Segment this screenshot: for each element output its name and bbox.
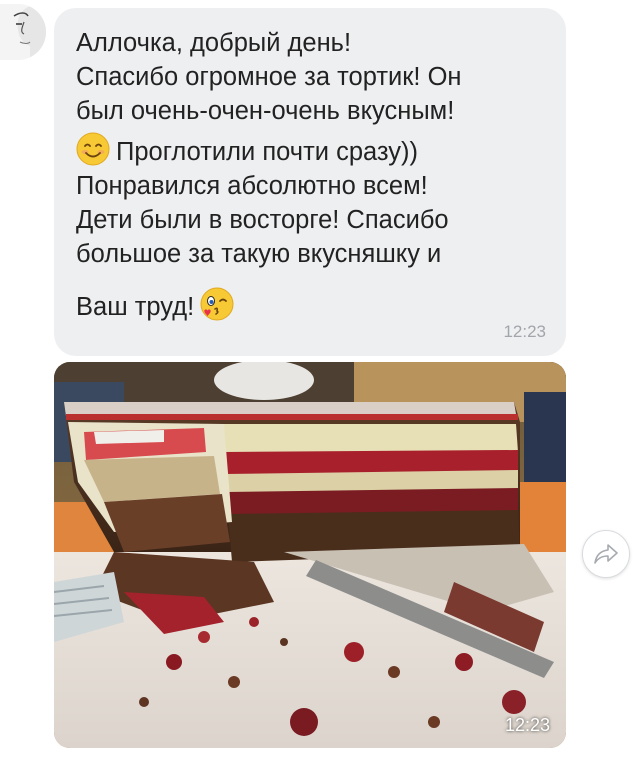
message-line-with-emoji: Проглотили почти сразу)) <box>76 132 556 169</box>
message-line-with-emoji: Ваш труд! <box>76 287 556 324</box>
share-button[interactable] <box>582 530 630 578</box>
message-line: Аллочка, добрый день! <box>76 29 352 57</box>
message-line: Дети были в восторге! Спасибо <box>76 206 449 234</box>
smiling-face-emoji-icon <box>76 132 110 166</box>
photo-attachment[interactable]: 12:23 <box>54 362 566 748</box>
sender-avatar[interactable] <box>0 4 46 60</box>
avatar-image <box>0 4 46 60</box>
message-line: большое за такую вкусняшку и <box>76 240 442 268</box>
message-line: Проглотили почти сразу)) <box>116 138 419 166</box>
photo-timestamp: 12:23 <box>504 715 550 735</box>
share-arrow-icon <box>594 544 618 564</box>
chat-screen: Аллочка, добрый день! Спасибо огромное з… <box>0 0 642 768</box>
message-line: был очень-очен-очень вкусным! <box>76 97 455 125</box>
incoming-message-bubble[interactable]: Аллочка, добрый день! Спасибо огромное з… <box>54 8 566 356</box>
cake-photo-image <box>54 362 566 748</box>
message-timestamp: 12:23 <box>503 322 546 341</box>
face-blowing-kiss-emoji-icon <box>200 287 234 321</box>
message-text: Аллочка, добрый день! Спасибо огромное з… <box>76 26 556 324</box>
message-line: Ваш труд! <box>76 293 195 321</box>
message-line: Понравился абсолютно всем! <box>76 172 428 200</box>
message-line: Спасибо огромное за тортик! Он <box>76 63 462 91</box>
